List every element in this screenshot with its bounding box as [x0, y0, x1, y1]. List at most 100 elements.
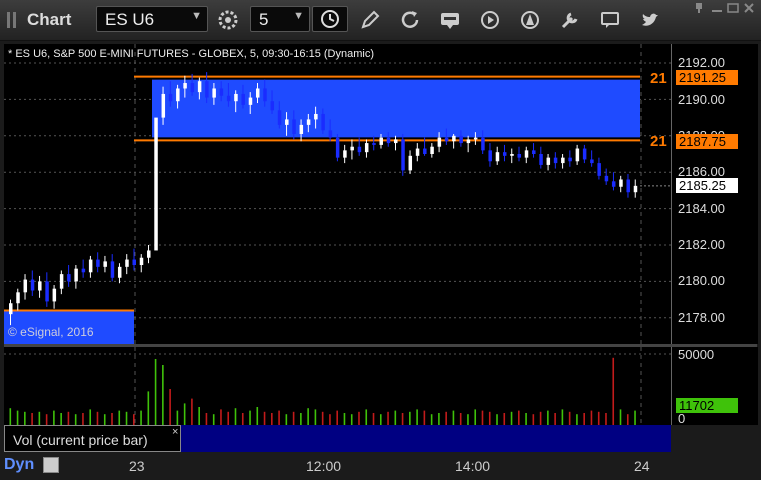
candle-body: [197, 81, 202, 93]
price-axis-label: 2186.00: [678, 164, 725, 179]
volume-bar: [358, 411, 360, 425]
drag-handle[interactable]: [7, 12, 21, 28]
candle-body: [444, 137, 449, 142]
volume-bar: [45, 414, 48, 425]
candle-body: [481, 137, 485, 151]
volume-bar: [111, 413, 113, 425]
candle-body: [364, 143, 369, 153]
volume-bar: [438, 413, 440, 425]
candle-body: [437, 137, 442, 147]
volume-bar: [241, 413, 244, 425]
candle-body: [154, 117, 158, 251]
volume-bar: [554, 413, 556, 425]
candle-body: [23, 279, 28, 293]
volume-bar: [365, 409, 368, 425]
candle-body: [226, 95, 231, 102]
candle-body: [604, 175, 609, 182]
candle-body: [343, 150, 347, 158]
volume-bar: [568, 411, 571, 425]
candle-body: [466, 139, 471, 144]
volume-axis[interactable]: 50000 0 11702: [671, 347, 758, 426]
price-axis-label: 2180.00: [678, 273, 725, 288]
candle-body: [103, 261, 107, 267]
pencil-icon[interactable]: [358, 8, 382, 32]
volume-bar: [9, 408, 12, 425]
volume-bar: [169, 389, 171, 425]
chat-icon[interactable]: [598, 8, 622, 32]
candle-body: [125, 259, 129, 267]
candle-body: [45, 281, 49, 302]
candle-body: [328, 130, 333, 138]
price-chart-pane[interactable]: * ES U6, S&P 500 E-MINI FUTURES - GLOBEX…: [4, 44, 671, 344]
candle-body: [306, 119, 311, 125]
play-icon[interactable]: [478, 8, 502, 32]
level-zone: [152, 79, 640, 138]
candle-body: [473, 137, 478, 140]
candle-body: [357, 146, 362, 153]
level-edge-label: 21: [650, 133, 667, 150]
chart-window: Chart ES U6 ▼ 5 ▼ * ES U6, S&P 500 E-MIN…: [0, 0, 761, 480]
candle-body: [314, 113, 318, 120]
study-label-text: Vol (current price bar): [13, 432, 148, 448]
volume-bar: [249, 410, 251, 425]
volume-bar: [263, 411, 266, 425]
volume-bar: [271, 413, 273, 425]
time-axis-label: 23: [129, 458, 145, 474]
volume-bar: [576, 414, 578, 425]
candle-body: [372, 143, 376, 145]
twitter-icon[interactable]: [638, 8, 662, 32]
time-template-button[interactable]: [312, 6, 348, 32]
close-icon[interactable]: [742, 2, 756, 14]
candle-body: [582, 148, 587, 160]
volume-bar: [561, 409, 564, 425]
volume-bar: [459, 413, 462, 425]
volume-bar: [372, 413, 375, 425]
close-study-icon[interactable]: ×: [172, 426, 178, 438]
price-axis-label: 2190.00: [678, 92, 725, 107]
volume-bar: [82, 413, 84, 425]
volume-bar: [234, 408, 237, 425]
volume-bar: [176, 410, 179, 425]
candle-body: [335, 137, 340, 158]
volume-bar: [154, 359, 157, 425]
refresh-icon[interactable]: [398, 8, 422, 32]
volume-chart[interactable]: [4, 347, 671, 425]
candle-body: [495, 152, 500, 162]
volume-bar: [96, 411, 99, 425]
lock-icon[interactable]: [43, 457, 59, 473]
symbol-dropdown[interactable]: ES U6 ▼: [96, 6, 208, 32]
wrench-icon[interactable]: [558, 8, 582, 32]
minimize-icon[interactable]: [710, 2, 724, 14]
candle-body: [517, 154, 522, 158]
dynamic-mode-label[interactable]: Dyn: [4, 456, 34, 474]
interval-dropdown[interactable]: 5 ▼: [250, 6, 310, 32]
price-axis[interactable]: 2192.00 2190.00 2188.00 2186.00 2184.00 …: [650, 44, 758, 344]
candle-body: [423, 148, 427, 154]
get-icon[interactable]: [438, 8, 462, 32]
candle-body: [568, 157, 572, 162]
volume-bar: [518, 410, 520, 425]
settings-icon[interactable]: [216, 8, 240, 32]
price-chart[interactable]: [4, 44, 671, 344]
volume-bar: [38, 411, 41, 425]
candle-body: [117, 266, 122, 278]
chevron-down-icon: ▼: [293, 10, 304, 22]
study-label[interactable]: Vol (current price bar): [4, 425, 181, 452]
compass-icon[interactable]: [518, 8, 542, 32]
last-price-tag: 2185.25: [676, 178, 738, 193]
candle-body: [553, 157, 558, 164]
candle-body: [16, 292, 20, 304]
volume-bar: [329, 414, 331, 425]
pin-icon[interactable]: [692, 2, 706, 14]
candle-body: [38, 281, 42, 291]
volume-bar: [285, 414, 288, 425]
time-axis[interactable]: 23 12:00 14:00 24: [0, 452, 761, 480]
candle-body: [285, 119, 289, 125]
maximize-icon[interactable]: [726, 2, 740, 14]
candle-body: [502, 152, 507, 156]
volume-bar: [16, 410, 19, 425]
candle-body: [255, 88, 260, 98]
last-volume-tag: 11702: [676, 398, 738, 413]
volume-pane[interactable]: [4, 347, 671, 425]
candle-body: [611, 181, 616, 187]
